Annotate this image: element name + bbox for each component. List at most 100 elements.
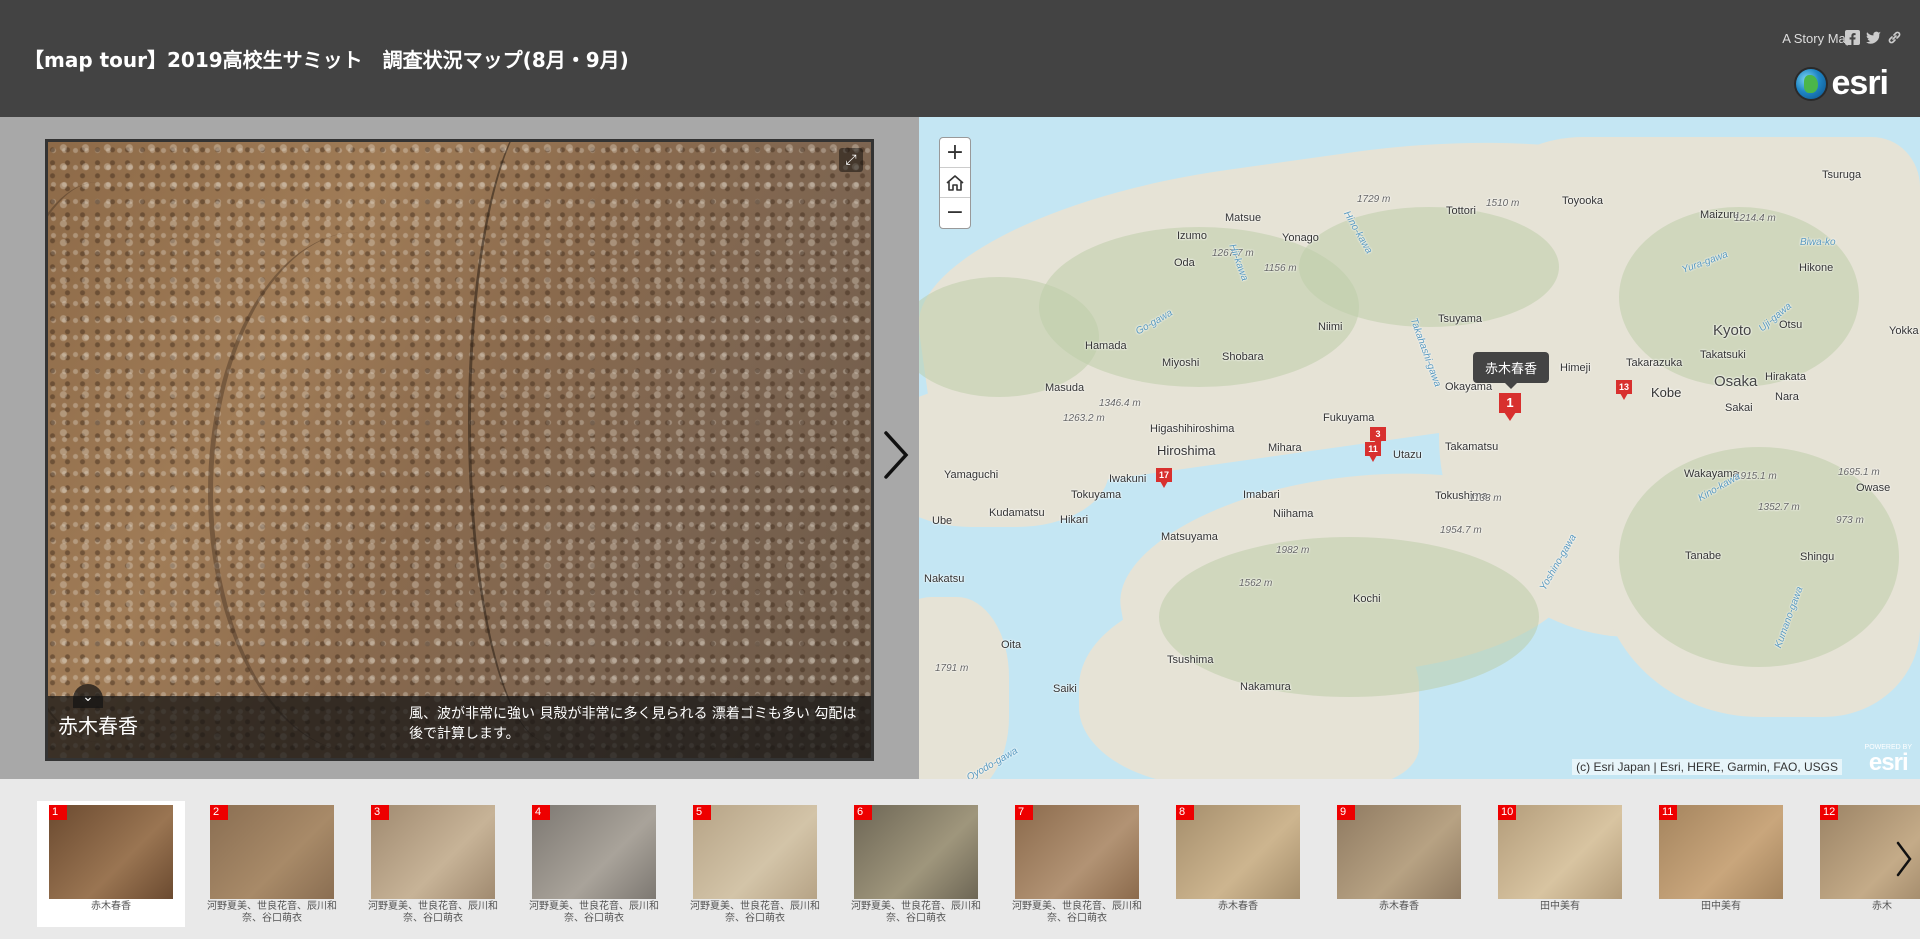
thumbnail-number-badge: 11	[1659, 805, 1677, 820]
place-label: Tsuyama	[1438, 313, 1483, 325]
thumbnail-caption: 赤木春香	[1379, 901, 1419, 912]
thumbnail-item[interactable]: 2 河野夏美、世良花音、辰川和奈、谷口萌衣	[198, 801, 346, 927]
caption-title: 赤木春香	[58, 714, 138, 738]
elevation-label: 973 m	[1836, 515, 1864, 526]
thumbnail-item[interactable]: 6 河野夏美、世良花音、辰川和奈、谷口萌衣	[842, 801, 990, 927]
thumbnail-number-badge: 7	[1015, 805, 1033, 820]
place-label: Kyoto	[1713, 322, 1752, 339]
place-label: Mihara	[1268, 442, 1302, 454]
place-label: Matsuyama	[1161, 531, 1218, 543]
map-pin[interactable]: 13	[1616, 380, 1632, 400]
place-label: Oda	[1174, 257, 1195, 269]
place-label: Shobara	[1222, 351, 1264, 363]
home-icon[interactable]	[940, 168, 970, 198]
zoom-in-button[interactable]: +	[940, 138, 970, 168]
place-label: Otsu	[1779, 319, 1803, 331]
thumbnail-image	[1015, 805, 1139, 899]
place-label: Kochi	[1353, 593, 1381, 605]
place-label: Utazu	[1393, 449, 1422, 461]
zoom-controls: + −	[939, 137, 971, 229]
thumbnail-item[interactable]: 7 河野夏美、世良花音、辰川和奈、谷口萌衣	[1003, 801, 1151, 927]
map-pin[interactable]: 17	[1156, 468, 1172, 488]
place-label: Takamatsu	[1445, 441, 1499, 453]
zoom-out-button[interactable]: −	[940, 198, 970, 228]
thumbnail-image	[1498, 805, 1622, 899]
elevation-label: 1954.7 m	[1440, 525, 1482, 536]
thumbnail-number-badge: 12	[1820, 805, 1839, 820]
elevation-label: 1982 m	[1276, 545, 1310, 556]
thumbnail-image	[1659, 805, 1783, 899]
thumbnail-item[interactable]: 5 河野夏美、世良花音、辰川和奈、谷口萌衣	[681, 801, 829, 927]
thumbnail-caption: 赤木	[1872, 901, 1892, 912]
thumbnail-number-badge: 5	[693, 805, 711, 820]
thumbnail-item[interactable]: 3 河野夏美、世良花音、辰川和奈、谷口萌衣	[359, 801, 507, 927]
place-label: Hirakata	[1765, 371, 1806, 383]
facebook-icon[interactable]	[1845, 30, 1860, 45]
thumbnail-item[interactable]: 10 田中美有	[1486, 801, 1634, 927]
thumbnail-image	[532, 805, 656, 899]
map-pin[interactable]: 11	[1365, 442, 1381, 462]
expand-icon[interactable]: ⤢	[839, 148, 863, 172]
thumbnail-carousel: 1 赤木春香 2 河野夏美、世良花音、辰川和奈、谷口萌衣 3 河野夏美、世良花音、辰川和奈…	[0, 779, 1920, 939]
place-label: Oita	[1001, 639, 1022, 651]
link-icon[interactable]	[1887, 30, 1902, 45]
page-title: 【map tour】2019高校生サミット 調査状況マップ(8月・9月)	[24, 48, 629, 72]
chevron-down-icon[interactable]: ⌄	[73, 684, 103, 708]
place-label: Tottori	[1446, 205, 1476, 217]
thumbnail-item[interactable]: 4 河野夏美、世良花音、辰川和奈、谷口萌衣	[520, 801, 668, 927]
elevation-label: 1346.4 m	[1099, 398, 1141, 409]
thumbnail-caption: 田中美有	[1540, 901, 1580, 912]
thumbnail-number-badge: 4	[532, 805, 550, 820]
place-label: Masuda	[1045, 382, 1085, 394]
tour-photo: ⤢ 赤木春香 風、波が非常に強い 貝殻が非常に多く見られる 漂着ゴミも多い 勾配…	[45, 139, 874, 761]
place-label: Fukuyama	[1323, 412, 1375, 424]
thumbnail-number-badge: 9	[1337, 805, 1355, 820]
thumbnail-image	[49, 805, 173, 899]
globe-icon	[1793, 66, 1828, 101]
place-label: Matsue	[1225, 212, 1262, 224]
land-area	[919, 387, 1109, 527]
map-view[interactable]: Tsuruga Toyooka Tottori Maizuru Matsue I…	[919, 117, 1920, 779]
map-tooltip: 赤木春香	[1473, 352, 1550, 389]
photo-texture	[48, 182, 208, 742]
thumbnail-item[interactable]: 1 赤木春香	[37, 801, 185, 927]
elevation-label: 1214.4 m	[1734, 213, 1776, 224]
powered-by-esri-logo[interactable]: POWERED BY esri	[1865, 744, 1912, 775]
photo-texture	[468, 142, 628, 742]
place-label: Owase	[1856, 482, 1891, 494]
esri-logo[interactable]: esri	[1793, 64, 1889, 103]
place-label: Hiroshima	[1157, 443, 1216, 458]
chevron-right-icon[interactable]	[1894, 839, 1914, 879]
thumbnail-number-badge: 3	[371, 805, 389, 820]
place-label: Biwa-ko	[1800, 237, 1836, 248]
chevron-right-icon[interactable]	[880, 427, 912, 483]
place-label: Yamaguchi	[944, 469, 999, 481]
elevation-label: 1133 m	[1469, 493, 1502, 504]
caption-panel: 赤木春香 風、波が非常に強い 貝殻が非常に多く見られる 漂着ゴミも多い 勾配は後…	[48, 696, 871, 758]
elevation-label: 1791 m	[935, 663, 969, 674]
terrain-relief	[1159, 537, 1539, 697]
thumbnail-item[interactable]: 9 赤木春香	[1325, 801, 1473, 927]
thumbnail-item[interactable]: 11 田中美有	[1647, 801, 1795, 927]
map-pin[interactable]: 1	[1499, 393, 1521, 421]
map-attribution: (c) Esri Japan | Esri, HERE, Garmin, FAO…	[1572, 759, 1842, 775]
thumbnail-item[interactable]: 8 赤木春香	[1164, 801, 1312, 927]
twitter-icon[interactable]	[1866, 30, 1881, 45]
place-label: Niimi	[1318, 321, 1343, 333]
thumbnail-caption: 河野夏美、世良花音、辰川和奈、谷口萌衣	[1012, 901, 1142, 924]
place-label: Hikone	[1799, 262, 1834, 274]
media-panel: ⤢ 赤木春香 風、波が非常に強い 貝殻が非常に多く見られる 漂着ゴミも多い 勾配…	[0, 117, 919, 779]
place-label: Hikari	[1060, 514, 1089, 526]
place-label: Yonago	[1282, 232, 1319, 244]
thumbnail-caption: 河野夏美、世良花音、辰川和奈、谷口萌衣	[529, 901, 659, 924]
elevation-label: 1352.7 m	[1758, 502, 1800, 513]
social-share	[1845, 30, 1902, 45]
thumbnail-caption: 河野夏美、世良花音、辰川和奈、谷口萌衣	[207, 901, 337, 924]
place-label: Tsushima	[1167, 654, 1214, 666]
place-label: Hamada	[1085, 340, 1127, 352]
thumbnail-caption: 田中美有	[1701, 901, 1741, 912]
place-label: Saiki	[1053, 683, 1077, 695]
place-label: Nara	[1775, 391, 1799, 403]
story-map-label[interactable]: A Story Map	[1782, 31, 1853, 46]
thumbnail-image	[693, 805, 817, 899]
